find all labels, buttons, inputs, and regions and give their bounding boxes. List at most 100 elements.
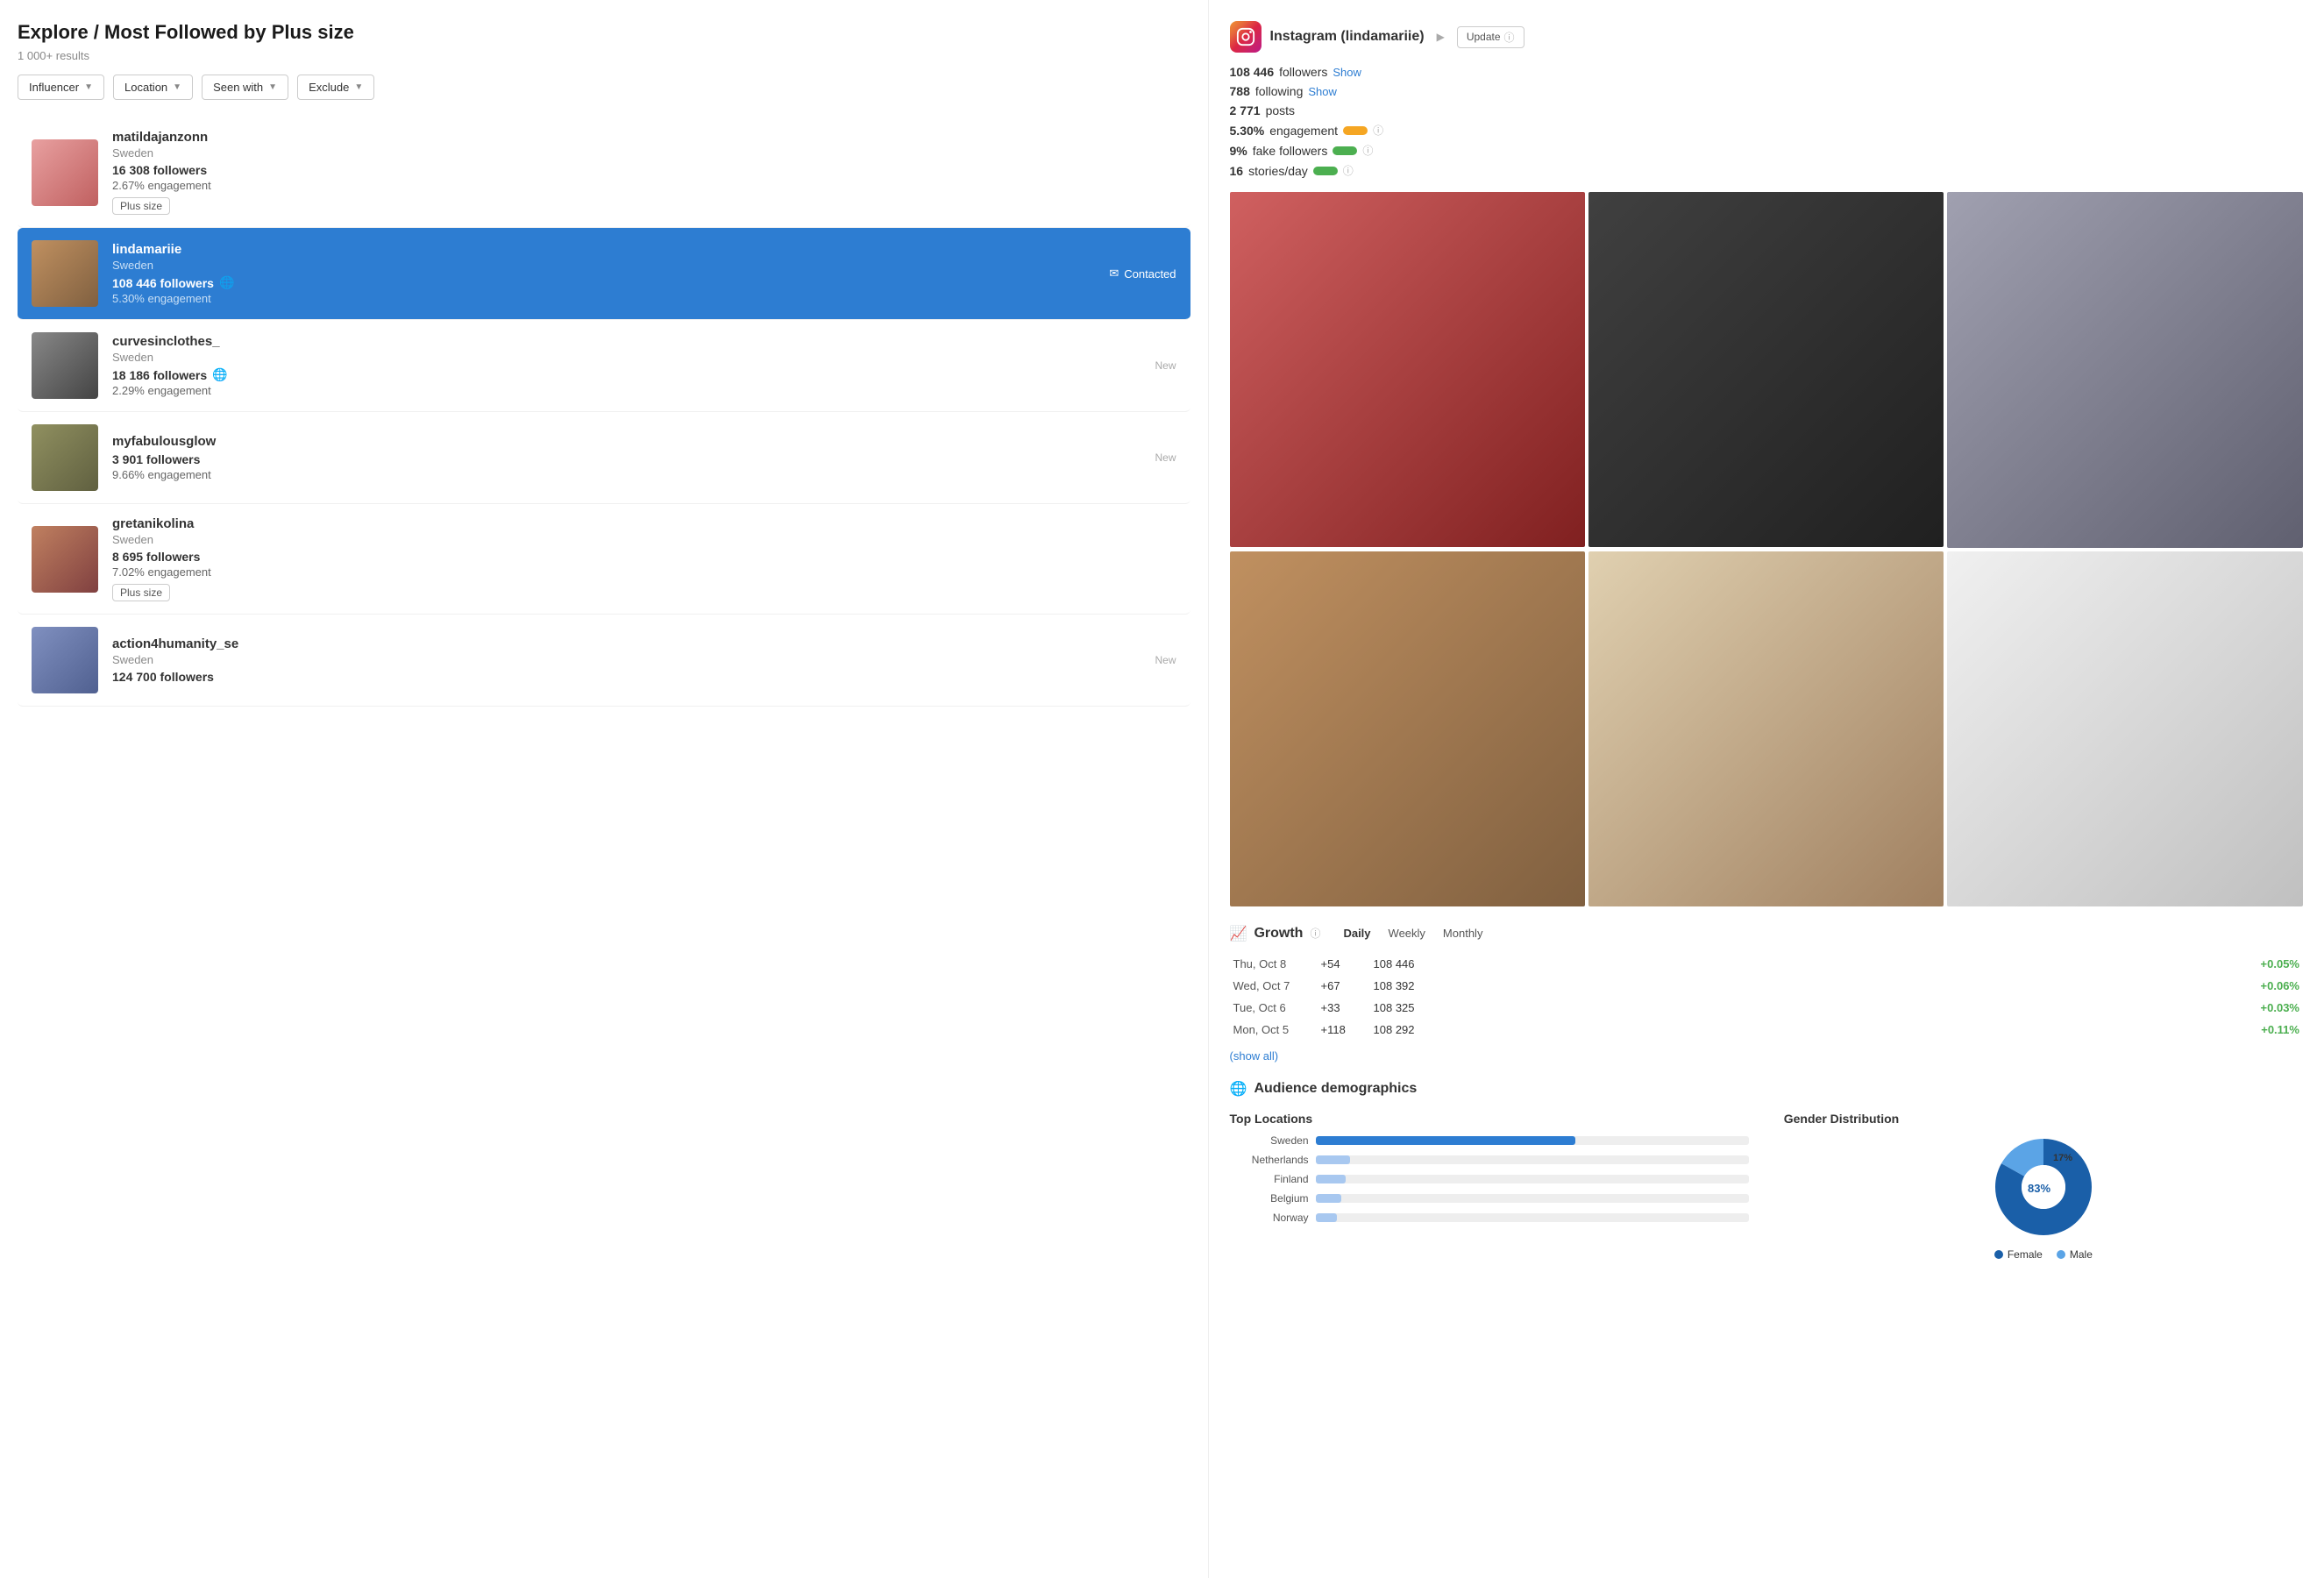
show-followers-link[interactable]: Show xyxy=(1333,66,1361,79)
gender-title: Gender Distribution xyxy=(1784,1112,2303,1126)
location-bar xyxy=(1316,1194,1342,1203)
info-icon: ⓘ xyxy=(1343,163,1354,178)
exclude-filter[interactable]: Exclude ▼ xyxy=(297,75,374,100)
growth-title: Growth xyxy=(1254,926,1303,942)
table-row: Wed, Oct 7 +67 108 392 +0.06% xyxy=(1230,975,2303,997)
chevron-down-icon: ▼ xyxy=(84,82,93,92)
location-name: Sweden xyxy=(1230,1134,1309,1147)
photo-grid xyxy=(1230,192,2303,906)
post-thumbnail[interactable] xyxy=(1947,551,2303,907)
card-info: matildajanzonn Sweden 16 308 followers 2… xyxy=(112,130,1176,215)
table-row: Tue, Oct 6 +33 108 325 +0.03% xyxy=(1230,997,2303,1019)
post-thumbnail[interactable] xyxy=(1588,192,1944,547)
pct-cell: +0.03% xyxy=(1440,997,2303,1019)
location-bar-container xyxy=(1316,1194,1749,1203)
chevron-down-icon: ▼ xyxy=(173,82,181,92)
influencer-name: gretanikolina xyxy=(112,516,1176,531)
post-thumbnail[interactable] xyxy=(1230,551,1585,906)
list-item: Netherlands xyxy=(1230,1154,1749,1166)
card-info: lindamariie Sweden 108 446 followers 🌐 5… xyxy=(112,242,1176,305)
location-name: Belgium xyxy=(1230,1192,1309,1205)
influencer-list: matildajanzonn Sweden 16 308 followers 2… xyxy=(18,117,1190,707)
day-cell: Thu, Oct 8 xyxy=(1230,953,1318,975)
following-value: 788 xyxy=(1230,84,1250,98)
fake-followers-pill xyxy=(1333,146,1357,155)
avatar xyxy=(32,526,98,593)
daily-tab[interactable]: Daily xyxy=(1334,924,1379,942)
table-row[interactable]: myfabulousglow 3 901 followers 9.66% eng… xyxy=(18,412,1190,504)
followers-count: 124 700 followers xyxy=(112,670,1176,684)
location-name: Finland xyxy=(1230,1173,1309,1185)
chevron-right-icon: ▶ xyxy=(1437,31,1445,43)
stories-value: 16 xyxy=(1230,164,1244,178)
table-row[interactable]: lindamariie Sweden 108 446 followers 🌐 5… xyxy=(18,228,1190,320)
post-thumbnail[interactable] xyxy=(1230,192,1585,547)
fake-followers-label: fake followers xyxy=(1253,144,1328,158)
results-count: 1 000+ results xyxy=(18,49,1190,62)
table-row[interactable]: action4humanity_se Sweden 124 700 follow… xyxy=(18,615,1190,707)
table-row: Mon, Oct 5 +118 108 292 +0.11% xyxy=(1230,1019,2303,1041)
location-filter[interactable]: Location ▼ xyxy=(113,75,193,100)
growth-section-header: 📈 Growth ⓘ Daily Weekly Monthly xyxy=(1230,924,2303,942)
followers-stat: 108 446 followers Show xyxy=(1230,65,2303,79)
followers-count: 18 186 followers 🌐 xyxy=(112,367,1176,382)
country-label: Sweden xyxy=(112,146,1176,160)
table-row[interactable]: matildajanzonn Sweden 16 308 followers 2… xyxy=(18,117,1190,228)
followers-count: 108 446 followers 🌐 xyxy=(112,275,1176,290)
post-thumbnail[interactable] xyxy=(1588,551,1944,906)
female-dot xyxy=(1994,1250,2003,1259)
posts-value: 2 771 xyxy=(1230,103,1261,117)
update-button[interactable]: Update ⓘ xyxy=(1457,26,1524,48)
day-cell: Tue, Oct 6 xyxy=(1230,997,1318,1019)
mail-icon: ✉ xyxy=(1109,267,1119,281)
filter-bar: Influencer ▼ Location ▼ Seen with ▼ Excl… xyxy=(18,75,1190,100)
card-info: curvesinclothes_ Sweden 18 186 followers… xyxy=(112,334,1176,397)
posts-stat: 2 771 posts xyxy=(1230,103,2303,117)
new-badge: New xyxy=(1155,359,1176,372)
table-row[interactable]: curvesinclothes_ Sweden 18 186 followers… xyxy=(18,320,1190,412)
delta-cell: +118 xyxy=(1318,1019,1370,1041)
category-tag: Plus size xyxy=(112,584,170,601)
followers-count: 8 695 followers xyxy=(112,550,1176,564)
location-bar xyxy=(1316,1213,1338,1222)
card-info: myfabulousglow 3 901 followers 9.66% eng… xyxy=(112,434,1176,481)
donut-chart: 17% 83% xyxy=(1991,1134,2096,1240)
following-label: following xyxy=(1255,84,1303,98)
location-bar xyxy=(1316,1155,1351,1164)
influencer-filter[interactable]: Influencer ▼ xyxy=(18,75,104,100)
profile-platform: Instagram (lindamariie) xyxy=(1270,29,1425,45)
female-legend-item: Female xyxy=(1994,1248,2043,1261)
table-row[interactable]: gretanikolina Sweden 8 695 followers 7.0… xyxy=(18,504,1190,615)
post-thumbnail[interactable] xyxy=(1947,192,2303,548)
total-cell: 108 325 xyxy=(1370,997,1440,1019)
card-info: action4humanity_se Sweden 124 700 follow… xyxy=(112,636,1176,684)
followers-label: followers xyxy=(1279,65,1327,79)
category-tag: Plus size xyxy=(112,197,170,215)
engagement-rate: 7.02% engagement xyxy=(112,565,1176,579)
chevron-down-icon: ▼ xyxy=(268,82,277,92)
locations-title: Top Locations xyxy=(1230,1112,1749,1126)
demographics-title: 🌐 Audience demographics xyxy=(1230,1080,2303,1098)
app-container: Explore / Most Followed by Plus size 1 0… xyxy=(0,0,2324,1578)
globe-icon: 🌐 xyxy=(212,367,227,382)
chevron-down-icon: ▼ xyxy=(354,82,363,92)
followers-count: 16 308 followers xyxy=(112,163,1176,177)
gender-column: Gender Distribution xyxy=(1784,1112,2303,1261)
list-item: Finland xyxy=(1230,1173,1749,1185)
pct-cell: +0.06% xyxy=(1440,975,2303,997)
show-following-link[interactable]: Show xyxy=(1308,85,1337,98)
new-badge: New xyxy=(1155,654,1176,666)
avatar xyxy=(32,627,98,693)
show-all-link[interactable]: (show all) xyxy=(1230,1049,2303,1063)
engagement-value: 5.30% xyxy=(1230,124,1265,138)
avatar xyxy=(32,332,98,399)
globe-icon: 🌐 xyxy=(1230,1080,1247,1098)
weekly-tab[interactable]: Weekly xyxy=(1380,924,1434,942)
right-panel: Instagram (lindamariie) ▶ Update ⓘ 108 4… xyxy=(1209,0,2324,1578)
profile-header: Instagram (lindamariie) ▶ Update ⓘ xyxy=(1230,21,2303,53)
delta-cell: +67 xyxy=(1318,975,1370,997)
fake-followers-value: 9% xyxy=(1230,144,1247,158)
location-bar-container xyxy=(1316,1136,1749,1145)
seen-with-filter[interactable]: Seen with ▼ xyxy=(202,75,288,100)
monthly-tab[interactable]: Monthly xyxy=(1434,924,1492,942)
